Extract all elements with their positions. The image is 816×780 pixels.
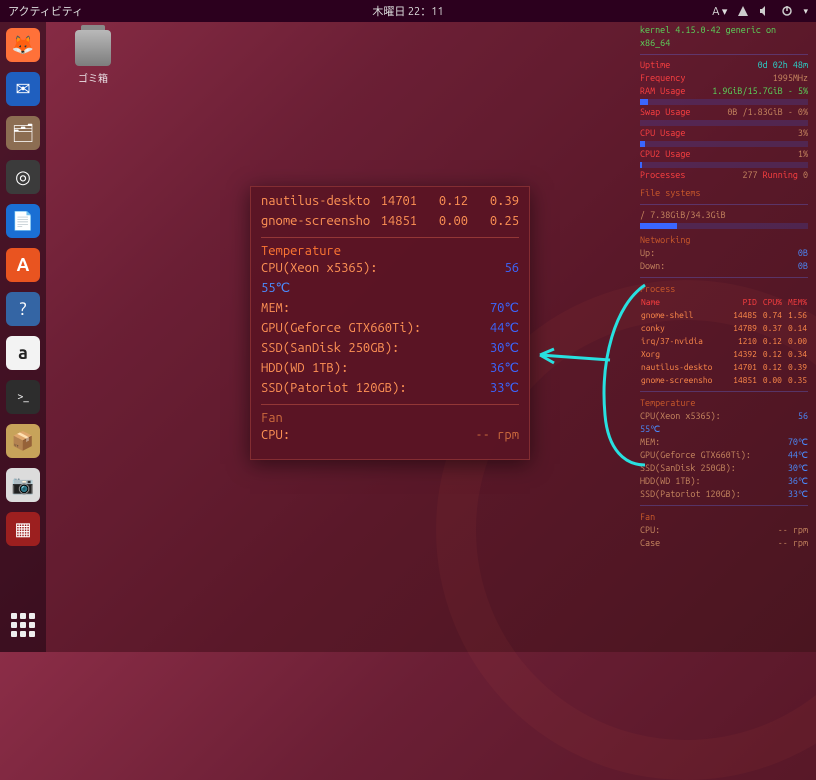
fan-header: Fan [261,411,519,425]
dock-firefox[interactable]: 🦊 [6,28,40,62]
trash-desktop-icon[interactable]: ゴミ箱 [66,30,120,85]
volume-icon[interactable] [759,5,771,17]
power-icon[interactable] [781,5,793,17]
system-tray: A ▾ ▾ [712,5,808,18]
activities-button[interactable]: アクティビティ [8,3,83,19]
process-table: NamePIDCPU%MEM% gnome-shell144850.741.56… [640,296,808,387]
dock: 🦊 ✉ 🗂 ◎ 📄 A ? a >_ 📦 📷 ▦ [0,22,46,652]
dock-terminal[interactable]: >_ [6,380,40,414]
proc-row: gnome-screensho 14851 0.00 0.25 [261,211,519,231]
dock-help[interactable]: ? [6,292,40,326]
dock-amazon[interactable]: a [6,336,40,370]
top-bar: アクティビティ 木曜日 22：11 A ▾ ▾ [0,0,816,22]
clock[interactable]: 木曜日 22：11 [372,3,443,19]
chevron-down-icon[interactable]: ▾ [803,6,808,17]
dock-unknown[interactable]: ▦ [6,512,40,546]
trash-label: ゴミ箱 [66,70,120,85]
conky-zoom-panel: nautilus-deskto 14701 0.12 0.39 gnome-sc… [250,186,530,460]
language-indicator[interactable]: A ▾ [712,5,727,18]
network-icon[interactable] [737,5,749,17]
proc-row: nautilus-deskto 14701 0.12 0.39 [261,191,519,211]
dock-archive[interactable]: 📦 [6,424,40,458]
kernel-line: kernel 4.15.0-42 generic on x86_64 [640,24,808,50]
dock-software[interactable]: A [6,248,40,282]
show-applications-button[interactable] [6,608,40,642]
dock-thunderbird[interactable]: ✉ [6,72,40,106]
conky-panel: kernel 4.15.0-42 generic on x86_64 Uptim… [640,24,808,550]
dock-writer[interactable]: 📄 [6,204,40,238]
dock-rhythmbox[interactable]: ◎ [6,160,40,194]
dock-screenshot[interactable]: 📷 [6,468,40,502]
dock-files[interactable]: 🗂 [6,116,40,150]
temp-header: Temperature [261,244,519,258]
trash-icon [75,30,111,66]
